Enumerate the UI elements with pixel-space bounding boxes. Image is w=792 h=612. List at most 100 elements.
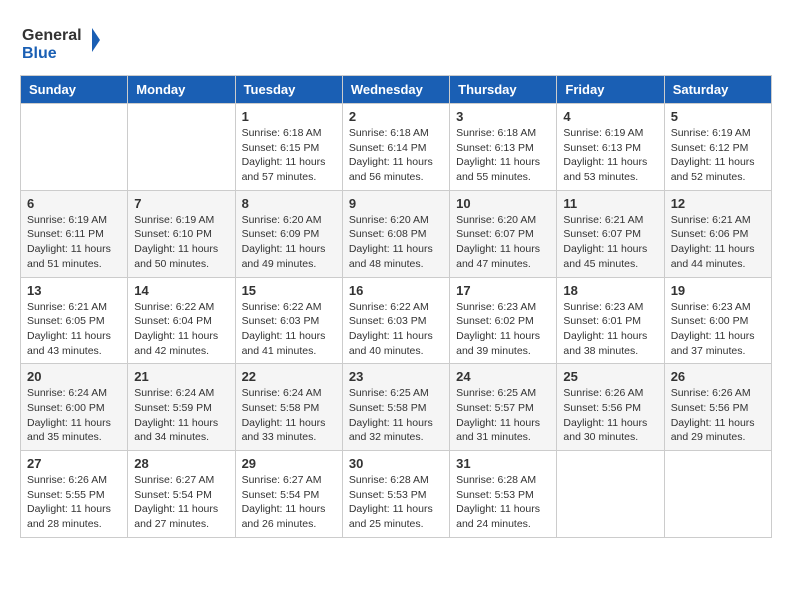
- day-cell: 23 Sunrise: 6:25 AM Sunset: 5:58 PM Dayli…: [342, 364, 449, 451]
- day-number: 17: [456, 283, 550, 298]
- day-info: Sunrise: 6:18 AM Sunset: 6:15 PM Dayligh…: [242, 126, 336, 185]
- day-cell: 28 Sunrise: 6:27 AM Sunset: 5:54 PM Dayli…: [128, 451, 235, 538]
- day-cell: 18 Sunrise: 6:23 AM Sunset: 6:01 PM Dayli…: [557, 277, 664, 364]
- day-cell: [557, 451, 664, 538]
- day-number: 8: [242, 196, 336, 211]
- day-number: 21: [134, 369, 228, 384]
- day-number: 2: [349, 109, 443, 124]
- svg-text:Blue: Blue: [22, 45, 57, 62]
- day-number: 23: [349, 369, 443, 384]
- day-number: 7: [134, 196, 228, 211]
- day-cell: [664, 451, 771, 538]
- day-cell: 4 Sunrise: 6:19 AM Sunset: 6:13 PM Daylig…: [557, 104, 664, 191]
- day-number: 1: [242, 109, 336, 124]
- day-cell: 29Sunrise: 6:27 AM Sunset: 5:54 PM Dayli…: [235, 451, 342, 538]
- day-info: Sunrise: 6:26 AM Sunset: 5:56 PM Dayligh…: [563, 386, 657, 445]
- day-cell: 15Sunrise: 6:22 AM Sunset: 6:03 PM Dayli…: [235, 277, 342, 364]
- day-cell: 6 Sunrise: 6:19 AM Sunset: 6:11 PM Daylig…: [21, 190, 128, 277]
- day-info: Sunrise: 6:19 AM Sunset: 6:12 PM Dayligh…: [671, 126, 765, 185]
- day-number: 30: [349, 456, 443, 471]
- week-row-4: 20 Sunrise: 6:24 AM Sunset: 6:00 PM Dayli…: [21, 364, 772, 451]
- day-info: Sunrise: 6:23 AM Sunset: 6:01 PM Dayligh…: [563, 300, 657, 359]
- logo: General Blue: [20, 20, 100, 65]
- day-info: Sunrise: 6:21 AM Sunset: 6:05 PM Dayligh…: [27, 300, 121, 359]
- week-row-1: 1 Sunrise: 6:18 AM Sunset: 6:15 PM Daylig…: [21, 104, 772, 191]
- day-number: 4: [563, 109, 657, 124]
- weekday-header-row: SundayMondayTuesdayWednesdayThursdayFrid…: [21, 76, 772, 104]
- logo-svg: General Blue: [20, 20, 100, 65]
- day-cell: 21 Sunrise: 6:24 AM Sunset: 5:59 PM Dayli…: [128, 364, 235, 451]
- day-info: Sunrise: 6:28 AM Sunset: 5:53 PM Dayligh…: [349, 473, 443, 532]
- day-cell: 5 Sunrise: 6:19 AM Sunset: 6:12 PM Daylig…: [664, 104, 771, 191]
- day-number: 19: [671, 283, 765, 298]
- day-cell: 13Sunrise: 6:21 AM Sunset: 6:05 PM Dayli…: [21, 277, 128, 364]
- day-info: Sunrise: 6:20 AM Sunset: 6:09 PM Dayligh…: [242, 213, 336, 272]
- day-number: 29: [242, 456, 336, 471]
- calendar-table: SundayMondayTuesdayWednesdayThursdayFrid…: [20, 75, 772, 538]
- day-number: 25: [563, 369, 657, 384]
- day-number: 15: [242, 283, 336, 298]
- day-cell: 22 Sunrise: 6:24 AM Sunset: 5:58 PM Dayli…: [235, 364, 342, 451]
- day-cell: 30 Sunrise: 6:28 AM Sunset: 5:53 PM Dayli…: [342, 451, 449, 538]
- weekday-header-monday: Monday: [128, 76, 235, 104]
- day-number: 26: [671, 369, 765, 384]
- day-number: 22: [242, 369, 336, 384]
- day-number: 14: [134, 283, 228, 298]
- day-cell: 16Sunrise: 6:22 AM Sunset: 6:03 PM Dayli…: [342, 277, 449, 364]
- day-info: Sunrise: 6:25 AM Sunset: 5:57 PM Dayligh…: [456, 386, 550, 445]
- svg-text:General: General: [22, 27, 82, 44]
- day-info: Sunrise: 6:26 AM Sunset: 5:56 PM Dayligh…: [671, 386, 765, 445]
- day-number: 18: [563, 283, 657, 298]
- day-number: 24: [456, 369, 550, 384]
- day-info: Sunrise: 6:19 AM Sunset: 6:13 PM Dayligh…: [563, 126, 657, 185]
- day-number: 12: [671, 196, 765, 211]
- day-number: 28: [134, 456, 228, 471]
- day-cell: 20 Sunrise: 6:24 AM Sunset: 6:00 PM Dayli…: [21, 364, 128, 451]
- day-cell: 12 Sunrise: 6:21 AM Sunset: 6:06 PM Dayli…: [664, 190, 771, 277]
- week-row-3: 13Sunrise: 6:21 AM Sunset: 6:05 PM Dayli…: [21, 277, 772, 364]
- day-cell: 2 Sunrise: 6:18 AM Sunset: 6:14 PM Daylig…: [342, 104, 449, 191]
- day-cell: 31Sunrise: 6:28 AM Sunset: 5:53 PM Dayli…: [450, 451, 557, 538]
- day-info: Sunrise: 6:28 AM Sunset: 5:53 PM Dayligh…: [456, 473, 550, 532]
- day-info: Sunrise: 6:23 AM Sunset: 6:02 PM Dayligh…: [456, 300, 550, 359]
- day-info: Sunrise: 6:23 AM Sunset: 6:00 PM Dayligh…: [671, 300, 765, 359]
- day-info: Sunrise: 6:24 AM Sunset: 6:00 PM Dayligh…: [27, 386, 121, 445]
- week-row-2: 6 Sunrise: 6:19 AM Sunset: 6:11 PM Daylig…: [21, 190, 772, 277]
- day-cell: 25 Sunrise: 6:26 AM Sunset: 5:56 PM Dayli…: [557, 364, 664, 451]
- day-number: 5: [671, 109, 765, 124]
- weekday-header-wednesday: Wednesday: [342, 76, 449, 104]
- day-info: Sunrise: 6:24 AM Sunset: 5:58 PM Dayligh…: [242, 386, 336, 445]
- day-cell: 11Sunrise: 6:21 AM Sunset: 6:07 PM Dayli…: [557, 190, 664, 277]
- day-cell: 10Sunrise: 6:20 AM Sunset: 6:07 PM Dayli…: [450, 190, 557, 277]
- day-info: Sunrise: 6:22 AM Sunset: 6:03 PM Dayligh…: [349, 300, 443, 359]
- day-cell: [21, 104, 128, 191]
- header: General Blue: [20, 20, 772, 65]
- day-info: Sunrise: 6:27 AM Sunset: 5:54 PM Dayligh…: [134, 473, 228, 532]
- day-info: Sunrise: 6:18 AM Sunset: 6:13 PM Dayligh…: [456, 126, 550, 185]
- day-cell: 7 Sunrise: 6:19 AM Sunset: 6:10 PM Daylig…: [128, 190, 235, 277]
- week-row-5: 27Sunrise: 6:26 AM Sunset: 5:55 PM Dayli…: [21, 451, 772, 538]
- day-cell: 9Sunrise: 6:20 AM Sunset: 6:08 PM Daylig…: [342, 190, 449, 277]
- day-info: Sunrise: 6:25 AM Sunset: 5:58 PM Dayligh…: [349, 386, 443, 445]
- day-cell: 1 Sunrise: 6:18 AM Sunset: 6:15 PM Daylig…: [235, 104, 342, 191]
- day-info: Sunrise: 6:21 AM Sunset: 6:06 PM Dayligh…: [671, 213, 765, 272]
- day-cell: 24 Sunrise: 6:25 AM Sunset: 5:57 PM Dayli…: [450, 364, 557, 451]
- weekday-header-sunday: Sunday: [21, 76, 128, 104]
- day-number: 11: [563, 196, 657, 211]
- day-info: Sunrise: 6:20 AM Sunset: 6:07 PM Dayligh…: [456, 213, 550, 272]
- day-info: Sunrise: 6:19 AM Sunset: 6:10 PM Dayligh…: [134, 213, 228, 272]
- day-number: 27: [27, 456, 121, 471]
- day-cell: 3Sunrise: 6:18 AM Sunset: 6:13 PM Daylig…: [450, 104, 557, 191]
- weekday-header-saturday: Saturday: [664, 76, 771, 104]
- day-cell: [128, 104, 235, 191]
- day-info: Sunrise: 6:19 AM Sunset: 6:11 PM Dayligh…: [27, 213, 121, 272]
- day-cell: 19 Sunrise: 6:23 AM Sunset: 6:00 PM Dayli…: [664, 277, 771, 364]
- day-info: Sunrise: 6:24 AM Sunset: 5:59 PM Dayligh…: [134, 386, 228, 445]
- logo-container: General Blue: [20, 20, 100, 65]
- day-cell: 27Sunrise: 6:26 AM Sunset: 5:55 PM Dayli…: [21, 451, 128, 538]
- day-number: 6: [27, 196, 121, 211]
- day-number: 20: [27, 369, 121, 384]
- day-cell: 14Sunrise: 6:22 AM Sunset: 6:04 PM Dayli…: [128, 277, 235, 364]
- day-info: Sunrise: 6:18 AM Sunset: 6:14 PM Dayligh…: [349, 126, 443, 185]
- day-info: Sunrise: 6:20 AM Sunset: 6:08 PM Dayligh…: [349, 213, 443, 272]
